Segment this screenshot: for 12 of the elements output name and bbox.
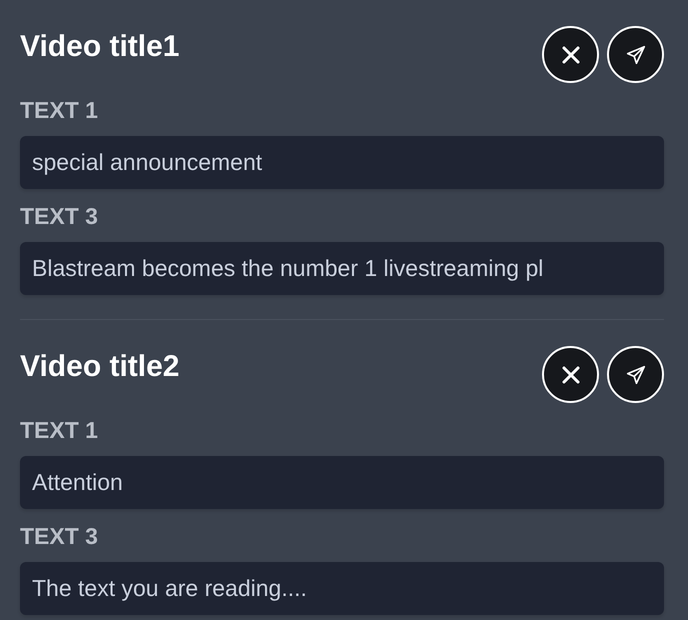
field-label: TEXT 1 [20, 417, 98, 443]
input-field[interactable]: Blastream becomes the number 1 livestreaming pl [20, 242, 664, 295]
video-title: Video title1 [20, 29, 180, 65]
input-field[interactable]: special announcement [20, 136, 664, 189]
paper-plane-icon [624, 44, 646, 66]
input-field[interactable]: The text you are reading.... [20, 562, 664, 615]
paper-plane-icon [624, 364, 646, 386]
input-field[interactable]: Attention [20, 456, 664, 509]
field-label: TEXT 3 [20, 203, 98, 229]
field-label: TEXT 3 [20, 523, 98, 549]
video-title: Video title2 [20, 349, 180, 385]
field-label: TEXT 1 [20, 97, 98, 123]
